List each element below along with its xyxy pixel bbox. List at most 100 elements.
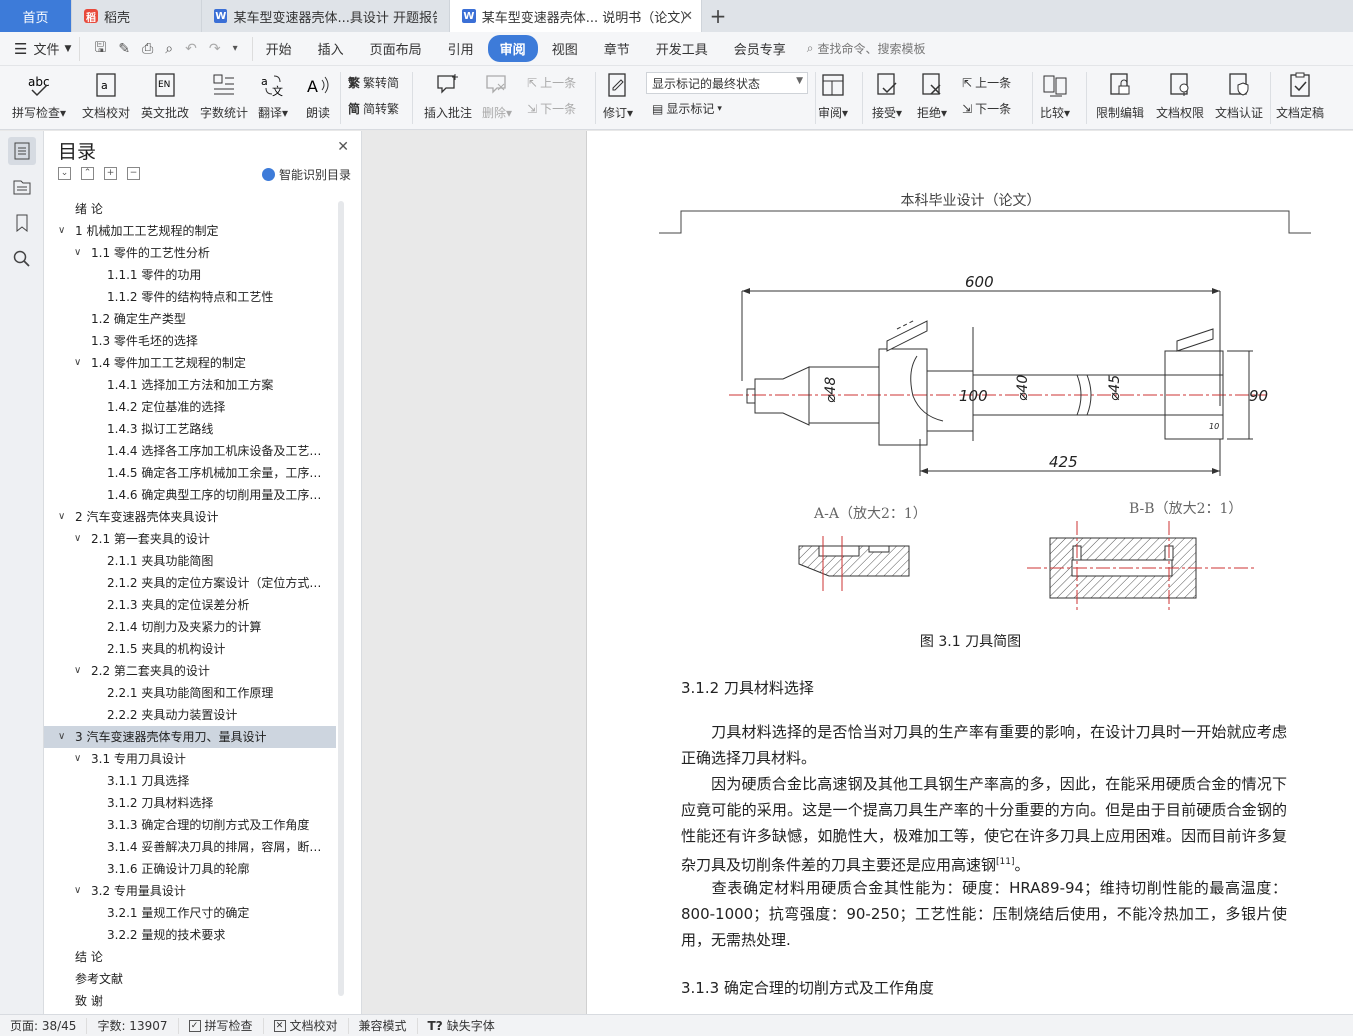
menu-tab-view[interactable]: 视图: [540, 35, 590, 62]
reject-change-button[interactable]: 拒绝▾: [917, 70, 947, 121]
chevron-down-icon[interactable]: ∨: [58, 726, 65, 748]
tab-home[interactable]: 首页: [0, 0, 72, 32]
toc-item[interactable]: 致 谢: [44, 990, 336, 1012]
toc-item[interactable]: 1.2 确定生产类型: [44, 308, 336, 330]
chevron-down-icon[interactable]: ∨: [74, 528, 81, 550]
smart-toc-button[interactable]: 智能识别目录: [261, 166, 351, 183]
trad-to-simp-button[interactable]: 繁繁转简: [348, 74, 399, 91]
add-heading-icon[interactable]: +: [104, 167, 117, 180]
document-page[interactable]: 本科毕业设计（论文） 600 ⌀48 100 ⌀40 ⌀45 90 10 425…: [586, 131, 1353, 1014]
menu-tab-developer[interactable]: 开发工具: [644, 35, 720, 62]
chevron-down-icon[interactable]: ∨: [74, 748, 81, 770]
toc-item[interactable]: 结 论: [44, 946, 336, 968]
toc-item[interactable]: 2.2.2 夹具动力装置设计: [44, 704, 336, 726]
toc-item[interactable]: 2.1.4 切削力及夹紧力的计算: [44, 616, 336, 638]
toc-item[interactable]: 3.2.1 量规工作尺寸的确定: [44, 902, 336, 924]
toc-item[interactable]: 1.4.5 确定各工序机械加工余量，工序尺寸及公差: [44, 462, 336, 484]
toc-item[interactable]: ∨ 3 汽车变速器壳体专用刀、量具设计: [44, 726, 336, 748]
spell-check-status[interactable]: ✓ 拼写检查: [179, 1017, 264, 1034]
toc-item[interactable]: ∨ 1.1 零件的工艺性分析: [44, 242, 336, 264]
chevron-down-icon[interactable]: ∨: [74, 880, 81, 902]
toc-item[interactable]: 3.2.2 量规的技术要求: [44, 924, 336, 946]
citation-ref[interactable]: [11]: [996, 857, 1014, 867]
search-icon[interactable]: [8, 245, 36, 273]
close-icon[interactable]: ✕: [682, 9, 693, 24]
toc-item[interactable]: 2.1.3 夹具的定位误差分析: [44, 594, 336, 616]
toc-item[interactable]: ∨ 2 汽车变速器壳体夹具设计: [44, 506, 336, 528]
review-pane-button[interactable]: 审阅▾: [818, 70, 848, 121]
doc-proof-status[interactable]: ✕ 文档校对: [264, 1017, 349, 1034]
toc-item[interactable]: 2.1.1 夹具功能简图: [44, 550, 336, 572]
chevron-down-icon[interactable]: ∨: [74, 660, 81, 682]
chapter-nav-icon[interactable]: [8, 173, 36, 201]
show-markup-button[interactable]: ▤ 显示标记 ▾: [652, 100, 722, 117]
doc-permission-button[interactable]: 文档权限: [1156, 70, 1204, 121]
menu-tab-member[interactable]: 会员专享: [722, 35, 798, 62]
undo-icon[interactable]: ↶: [185, 41, 197, 57]
toc-item[interactable]: ∨ 3.2 专用量具设计: [44, 880, 336, 902]
print-icon[interactable]: ⎙: [142, 41, 153, 57]
tab-docer[interactable]: 稻稻壳: [72, 0, 202, 32]
menu-tab-page-layout[interactable]: 页面布局: [358, 35, 434, 62]
menu-tab-insert[interactable]: 插入: [306, 35, 356, 62]
toc-item[interactable]: 1.1.1 零件的功用: [44, 264, 336, 286]
toc-item[interactable]: 2.2.1 夹具功能简图和工作原理: [44, 682, 336, 704]
toc-item[interactable]: 1.1.2 零件的结构特点和工艺性: [44, 286, 336, 308]
expand-up-icon[interactable]: ⌃: [81, 167, 94, 180]
restrict-edit-button[interactable]: 限制编辑: [1096, 70, 1144, 121]
delete-comment-button[interactable]: 删除▾: [482, 70, 512, 121]
doc-proof-button[interactable]: a 文档校对: [82, 70, 130, 121]
print-preview-icon[interactable]: ⌕: [165, 41, 173, 57]
remove-heading-icon[interactable]: −: [127, 167, 140, 180]
format-painter-icon[interactable]: ✎: [118, 41, 130, 57]
toc-item[interactable]: 1.3 零件毛坯的选择: [44, 330, 336, 352]
save-icon[interactable]: 🖫: [94, 37, 106, 61]
redo-icon[interactable]: ↷: [209, 41, 221, 57]
next-change-button[interactable]: ⇲ 下一条: [962, 100, 1011, 117]
tab-thesis-doc[interactable]: W 某车型变速器壳体... 说明书（论文） ✕: [450, 0, 702, 32]
close-icon[interactable]: ✕: [337, 139, 349, 155]
chevron-down-icon[interactable]: ∨: [74, 242, 81, 264]
page-indicator[interactable]: 页面: 38/45: [0, 1017, 88, 1034]
toc-item[interactable]: 1.4.2 定位基准的选择: [44, 396, 336, 418]
word-count-button[interactable]: 字数统计: [200, 70, 248, 121]
simp-to-trad-button[interactable]: 简简转繁: [348, 100, 399, 117]
chevron-down-icon[interactable]: ∨: [74, 352, 81, 374]
markup-display-select[interactable]: 显示标记的最终状态 ▼: [646, 72, 808, 94]
chevron-down-icon[interactable]: ∨: [58, 220, 65, 242]
toc-item[interactable]: 3.1.1 刀具选择: [44, 770, 336, 792]
customize-toolbar-icon[interactable]: ▾: [233, 43, 238, 54]
menu-tab-review[interactable]: 审阅: [487, 35, 538, 62]
toc-item[interactable]: 1.4.6 确定典型工序的切削用量及工序时间: [44, 484, 336, 506]
toc-item[interactable]: 2.1.2 夹具的定位方案设计（定位方式、定位元件）: [44, 572, 336, 594]
menu-tab-home[interactable]: 开始: [254, 35, 304, 62]
new-tab-button[interactable]: +: [702, 0, 734, 32]
toc-item[interactable]: 1.4.3 拟订工艺路线: [44, 418, 336, 440]
toc-item[interactable]: 3.1.6 正确设计刀具的轮廓: [44, 858, 336, 880]
bookmark-icon[interactable]: [8, 209, 36, 237]
toc-item[interactable]: 3.1.4 妥善解决刀具的排屑，容屑，断屑问题: [44, 836, 336, 858]
prev-comment-button[interactable]: ⇱ 上一条: [527, 74, 576, 91]
accept-change-button[interactable]: 接受▾: [872, 70, 902, 121]
chevron-down-icon[interactable]: ∨: [58, 506, 65, 528]
toc-item[interactable]: 1.4.1 选择加工方法和加工方案: [44, 374, 336, 396]
word-count-status[interactable]: 字数: 13907: [87, 1017, 179, 1034]
menu-tab-sections[interactable]: 章节: [592, 35, 642, 62]
toc-scrollbar[interactable]: [338, 201, 344, 996]
next-comment-button[interactable]: ⇲ 下一条: [527, 100, 576, 117]
toc-item[interactable]: 3.1.3 确定合理的切削方式及工作角度: [44, 814, 336, 836]
doc-finalize-button[interactable]: 文档定稿: [1276, 70, 1324, 121]
prev-change-button[interactable]: ⇱ 上一条: [962, 74, 1011, 91]
spell-check-button[interactable]: abc 拼写检查▾: [12, 70, 66, 121]
toc-item[interactable]: ∨ 1.4 零件加工工艺规程的制定: [44, 352, 336, 374]
file-menu-button[interactable]: ☰ 文件 ▼: [0, 39, 79, 59]
menu-tab-references[interactable]: 引用: [436, 35, 486, 62]
english-correction-button[interactable]: EN 英文批改: [141, 70, 189, 121]
missing-font-status[interactable]: T? 缺失字体: [418, 1018, 505, 1034]
compare-button[interactable]: 比较▾: [1040, 70, 1070, 121]
read-aloud-button[interactable]: A 朗读: [304, 70, 332, 121]
toc-item[interactable]: 2.1.5 夹具的机构设计: [44, 638, 336, 660]
toc-item[interactable]: 绪 论: [44, 198, 336, 220]
toc-item[interactable]: 1.4.4 选择各工序加工机床设备及工艺装备: [44, 440, 336, 462]
doc-certify-button[interactable]: 文档认证: [1215, 70, 1263, 121]
